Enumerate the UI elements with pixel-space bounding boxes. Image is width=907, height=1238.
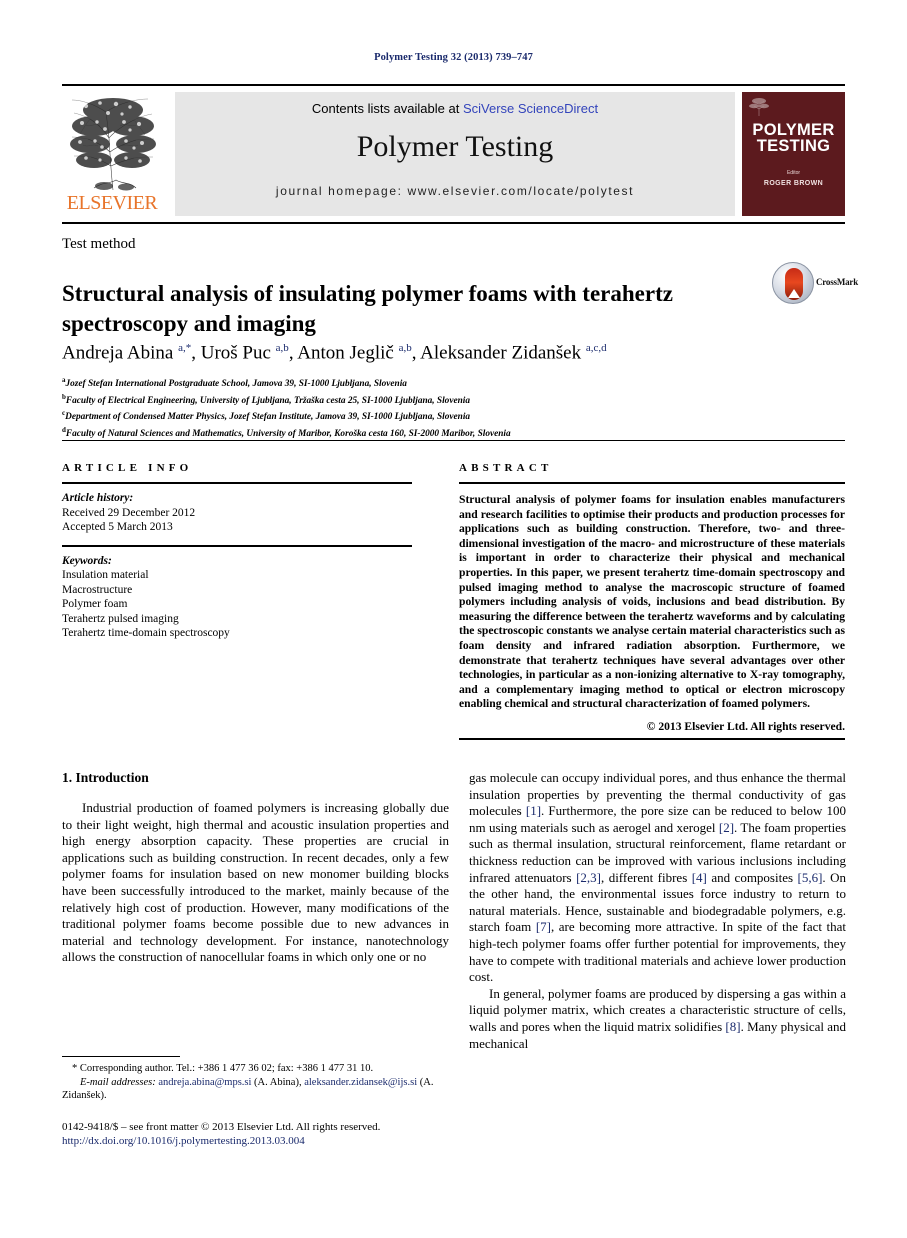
email-link-abina[interactable]: andreja.abina@mps.si xyxy=(158,1077,251,1088)
citation-reference[interactable]: [5,6] xyxy=(798,870,823,885)
body-paragraph: Industrial production of foamed polymers… xyxy=(62,800,449,965)
affiliation-item: bFaculty of Electrical Engineering, Univ… xyxy=(62,392,470,406)
article-accepted-date: Accepted 5 March 2013 xyxy=(62,521,173,533)
abstract-copyright: © 2013 Elsevier Ltd. All rights reserved… xyxy=(646,719,845,733)
article-received-date: Received 29 December 2012 xyxy=(62,506,196,519)
body-column-left: 1. Introduction Industrial production of… xyxy=(62,770,449,966)
email-addresses-label: E-mail addresses: xyxy=(80,1076,156,1088)
cover-editor-name: ROGER BROWN xyxy=(763,180,824,187)
crossmark-badge[interactable]: CrossMark xyxy=(772,262,858,304)
body-paragraph-continued: gas molecule can occupy individual pores… xyxy=(469,770,847,985)
masthead-bottom-rule xyxy=(62,222,845,224)
running-head: Polymer Testing 32 (2013) 739–747 xyxy=(374,52,533,63)
citation-reference[interactable]: [7] xyxy=(536,919,551,934)
email-link-zidansek[interactable]: aleksander.zidansek@ijs.si xyxy=(304,1077,417,1088)
cover-title-line-2: TESTING xyxy=(756,137,831,155)
cover-elsevier-tree-icon xyxy=(749,98,769,116)
crossmark-label: CrossMark xyxy=(816,277,859,287)
section-heading-introduction: 1. Introduction xyxy=(62,770,149,785)
abstract-bottom-rule xyxy=(459,738,845,740)
citation-reference[interactable]: [8] xyxy=(725,1019,740,1034)
crossmark-notch-icon xyxy=(788,289,800,298)
affiliation-list: aJozef Stefan International Postgraduate… xyxy=(62,374,852,441)
cover-editor-label: Editor xyxy=(786,170,801,176)
email-owner-abina: (A. Abina), xyxy=(254,1076,302,1088)
abstract-text: Structural analysis of polymer foams for… xyxy=(459,493,845,711)
article-info-column: ARTICLE INFO Article history: Received 2… xyxy=(62,462,412,641)
affiliation-item: aJozef Stefan International Postgraduate… xyxy=(62,376,407,390)
page-title: Structural analysis of insulating polyme… xyxy=(62,281,673,337)
author-list: Andreja Abina a,*, Uroš Puc a,b, Anton J… xyxy=(62,342,607,364)
citation-reference[interactable]: [4] xyxy=(692,870,707,885)
elsevier-wordmark: ELSEVIER xyxy=(66,192,158,214)
keywords-block: Keywords: Insulation material Macrostruc… xyxy=(62,554,412,641)
keywords-label: Keywords: xyxy=(62,554,112,567)
abstract-heading: ABSTRACT xyxy=(459,462,553,474)
contents-prefix: Contents lists available at xyxy=(311,101,463,116)
imprint-block: 0142-9418/$ – see front matter © 2013 El… xyxy=(62,1120,462,1148)
keyword-item: Macrostructure xyxy=(62,583,133,596)
keyword-item: Terahertz pulsed imaging xyxy=(62,612,179,625)
journal-masthead: ELSEVIER Contents lists available at Sci… xyxy=(62,92,845,220)
keywords-rule xyxy=(62,544,412,547)
email-addresses-note: E-mail addresses: andreja.abina@mps.si (… xyxy=(62,1076,449,1103)
body-paragraph: In general, polymer foams are produced b… xyxy=(469,985,847,1051)
article-history-block: Article history: Received 29 December 20… xyxy=(62,491,412,535)
citation-reference[interactable]: [1] xyxy=(526,803,541,818)
body-column-right: gas molecule can occupy individual pores… xyxy=(469,770,846,1052)
journal-article-page: Polymer Testing 32 (2013) 739–747 ELSEVI… xyxy=(0,0,907,1238)
keyword-item: Insulation material xyxy=(62,569,149,581)
abstract-heading-rule xyxy=(459,482,845,484)
journal-banner: Contents lists available at SciVerse Sci… xyxy=(175,92,735,216)
keyword-item: Terahertz time-domain spectroscopy xyxy=(62,627,230,639)
citation-reference[interactable]: [2] xyxy=(719,820,734,835)
masthead-top-rule xyxy=(62,84,845,86)
journal-title: Polymer Testing xyxy=(356,130,554,163)
elsevier-logo: ELSEVIER xyxy=(62,92,164,220)
contents-available-line: Contents lists available at SciVerse Sci… xyxy=(175,101,735,116)
elsevier-tree-icon xyxy=(70,98,156,191)
footnote-block: * Corresponding author. Tel.: +386 1 477… xyxy=(62,1062,449,1103)
affiliation-item: dFaculty of Natural Sciences and Mathema… xyxy=(62,426,511,440)
journal-homepage[interactable]: journal homepage: www.elsevier.com/locat… xyxy=(175,184,735,198)
abstract-column: ABSTRACT Structural analysis of polymer … xyxy=(459,462,845,733)
keyword-item: Polymer foam xyxy=(62,598,128,610)
info-top-rule xyxy=(62,440,845,441)
corresponding-author-note: * Corresponding author. Tel.: +386 1 477… xyxy=(72,1063,374,1074)
doi-link[interactable]: http://dx.doi.org/10.1016/j.polymertesti… xyxy=(62,1135,305,1147)
issn-copyright-line: 0142-9418/$ – see front matter © 2013 El… xyxy=(62,1121,381,1133)
crossmark-circle-icon xyxy=(772,262,814,304)
journal-cover-thumbnail: POLYMER TESTING Editor ROGER BROWN xyxy=(742,92,845,216)
sciencedirect-link[interactable]: SciVerse ScienceDirect xyxy=(463,101,598,116)
article-info-heading-rule xyxy=(62,482,412,484)
article-type-label: Test method xyxy=(62,236,136,252)
article-info-heading: ARTICLE INFO xyxy=(62,462,193,474)
citation-reference[interactable]: [2,3] xyxy=(576,870,601,885)
footnote-rule xyxy=(62,1056,180,1057)
article-history-label: Article history: xyxy=(62,492,134,504)
affiliation-item: cDepartment of Condensed Matter Physics,… xyxy=(62,409,471,423)
cover-title: POLYMER TESTING xyxy=(742,122,845,155)
